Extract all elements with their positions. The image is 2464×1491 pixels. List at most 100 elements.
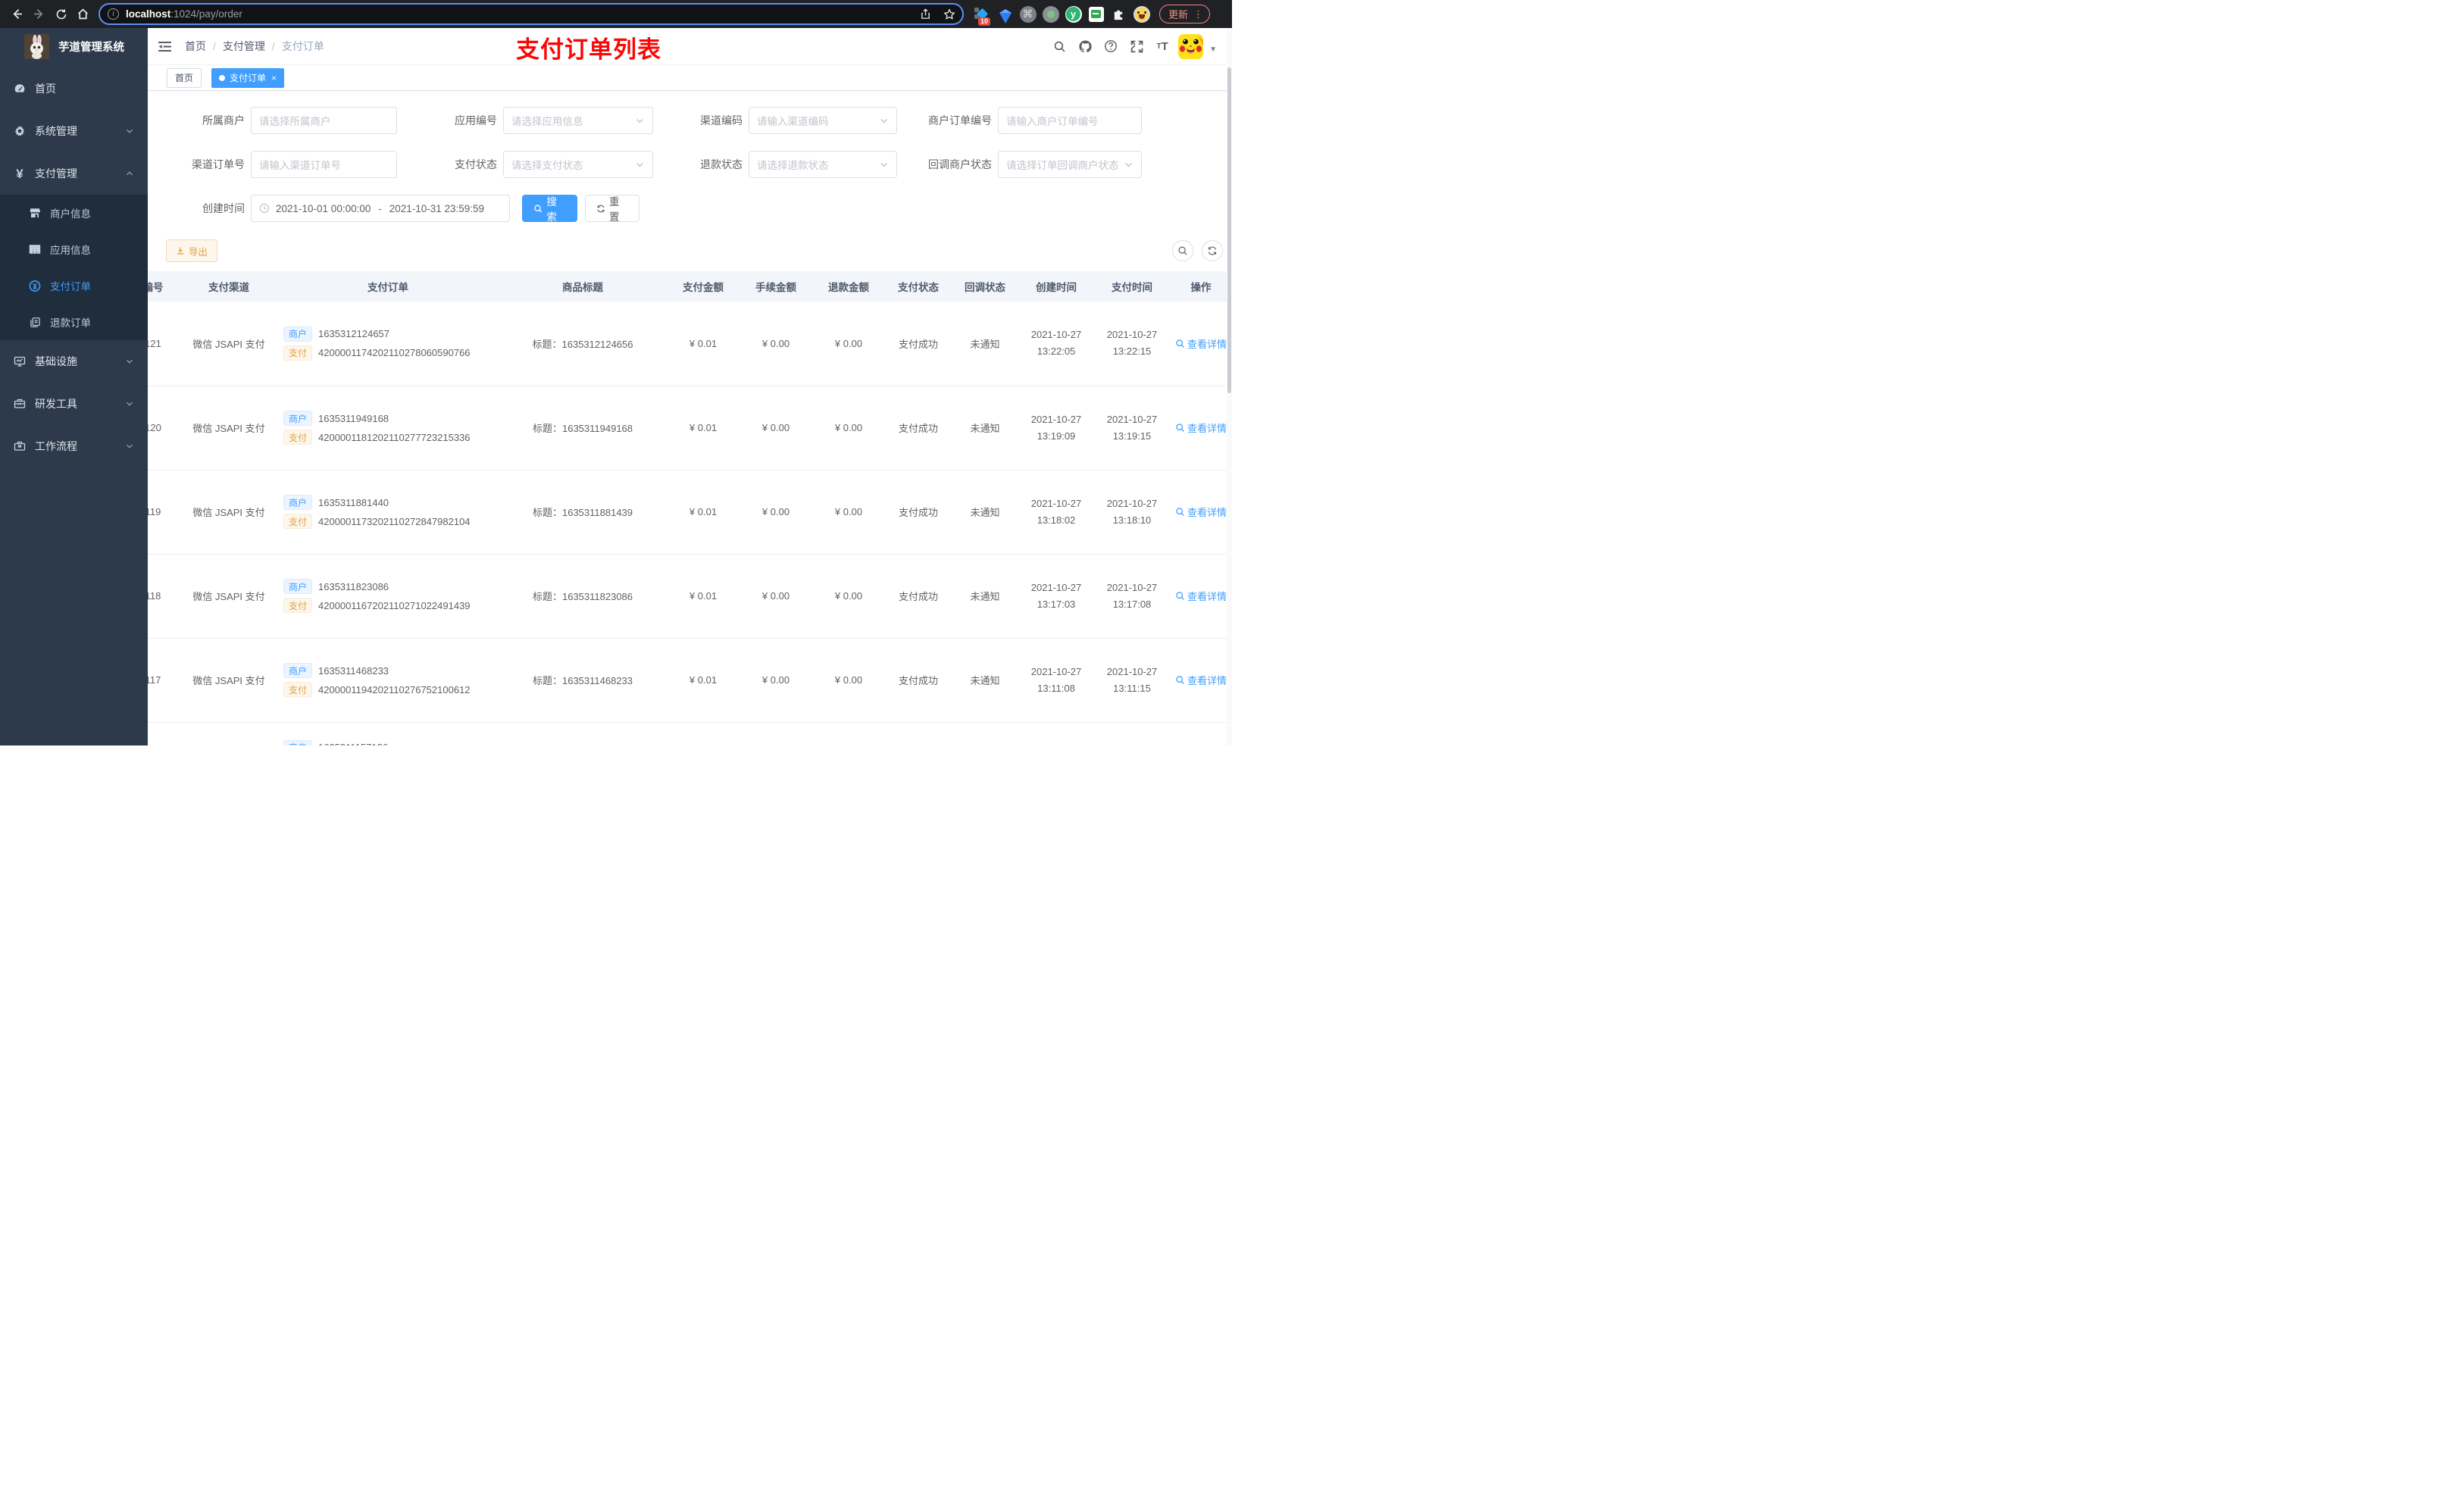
filter-select[interactable]: 请选择订单回调商户状态 [998, 151, 1142, 178]
create-time-range-picker[interactable]: 2021-10-01 00:00:00 - 2021-10-31 23:59:5… [251, 195, 510, 222]
sidebar-item-merchant-info[interactable]: 商户信息 [0, 195, 148, 231]
extensions-row: 10 ⌘ y [974, 5, 1150, 26]
sidebar-item-workflow[interactable]: 工作流程 [0, 425, 148, 467]
filter-input[interactable]: 请选择所属商户 [251, 107, 397, 134]
cell-partial-5 [740, 722, 812, 746]
export-button[interactable]: 导出 [166, 239, 218, 262]
sidebar-item-app-info[interactable]: 应用信息 [0, 231, 148, 267]
github-icon[interactable] [1072, 28, 1098, 64]
sidebar-item-system[interactable]: 系统管理 [0, 110, 148, 152]
extension-chat-icon[interactable] [1087, 5, 1105, 23]
breadcrumb-pay-manage[interactable]: 支付管理 [223, 39, 265, 54]
merchant-order-no: 1635311881440 [318, 496, 389, 508]
merchant-order-tag: 商户 [283, 663, 313, 678]
filter-select[interactable]: 请选择退款状态 [749, 151, 897, 178]
filter-item-1-1: 支付状态 请选择支付状态 [422, 151, 653, 178]
scrollbar-thumb[interactable] [1227, 67, 1231, 393]
cell-refund: ¥ 0.00 [812, 470, 885, 555]
sidebar-menu: 首页 系统管理 ¥ 支付管理 商户信息 应用信息支付订单退款订单 基础设施 研发工具 工作流程 [0, 67, 148, 467]
cell-pay-status: 支付成功 [885, 386, 952, 470]
cell-pay-order: 商户 1635312124657 支付 42000011742021102780605… [277, 302, 499, 386]
view-detail-link[interactable]: 查看详情 [1175, 420, 1227, 435]
font-size-icon[interactable]: TT [1149, 28, 1175, 64]
orders-table: 编号 支付渠道 支付订单 商品标题 支付金额 手续金额 退款金额 支付状态 回调状态 创建时间 支付… [148, 271, 1232, 746]
browser-menu-icon[interactable]: ⋮ [1193, 8, 1203, 20]
user-avatar[interactable] [1178, 33, 1204, 59]
extension-emoji-icon[interactable] [1133, 5, 1150, 23]
filter-label: 商户订单编号 [928, 114, 992, 127]
breadcrumb-home[interactable]: 首页 [185, 39, 206, 54]
sidebar-item-pay-order[interactable]: 支付订单 [0, 267, 148, 304]
sidebar-item-home[interactable]: 首页 [0, 67, 148, 110]
forward-icon[interactable] [28, 3, 50, 25]
share-icon[interactable] [915, 3, 937, 25]
merchant-order-tag: 商户 [283, 739, 313, 746]
extension-gem-icon[interactable] [996, 5, 1014, 23]
site-info-icon[interactable]: i [108, 8, 119, 20]
bookmark-star-icon[interactable] [938, 3, 960, 25]
search-button[interactable]: 搜索 [522, 195, 577, 223]
page-scrollbar[interactable] [1227, 28, 1232, 746]
toolbox-icon [14, 398, 26, 410]
cell-notify-status: 未通知 [952, 386, 1018, 470]
address-bar[interactable]: i localhost:1024/pay/order [98, 3, 964, 25]
extensions-puzzle-icon[interactable] [1110, 5, 1127, 23]
filter-label: 所属商户 [202, 114, 245, 127]
fullscreen-icon[interactable] [1124, 28, 1149, 64]
help-icon[interactable] [1098, 28, 1124, 64]
app-logo[interactable]: 芋道管理系统 [0, 28, 148, 64]
sidebar-collapse-icon[interactable] [158, 41, 171, 52]
view-detail-link[interactable]: 查看详情 [1175, 505, 1227, 519]
close-tab-icon[interactable]: × [271, 73, 277, 83]
search-icon[interactable] [1046, 28, 1072, 64]
extension-y-icon[interactable]: y [1065, 5, 1082, 23]
cell-partial-7 [885, 722, 952, 746]
tab-home[interactable]: 首页 [167, 67, 202, 88]
cell-channel: 微信 JSAPI 支付 [180, 554, 277, 639]
column-header-3: 商品标题 [499, 271, 667, 302]
reset-button[interactable]: 重置 [585, 195, 639, 223]
toggle-search-button[interactable] [1172, 240, 1193, 261]
url-text: localhost:1024/pay/order [126, 8, 242, 20]
view-detail-link[interactable]: 查看详情 [1175, 336, 1227, 351]
merchant-order-no: 1635311823086 [318, 580, 389, 592]
cell-pay-time: 2021-10-27 13:18:10 [1094, 470, 1170, 555]
cell-partial-1 [180, 722, 277, 746]
sidebar-item-refund-order[interactable]: 退款订单 [0, 304, 148, 340]
view-detail-link[interactable]: 查看详情 [1175, 673, 1227, 687]
pay-order-no: 4200001173202110272847982104 [318, 515, 471, 527]
cell-pay-order: 商户 1635311823086 支付 42000011672021102710224… [277, 554, 499, 639]
view-detail-link[interactable]: 查看详情 [1175, 589, 1227, 603]
reload-icon[interactable] [50, 3, 72, 25]
sidebar-item-devtools[interactable]: 研发工具 [0, 383, 148, 425]
sidebar-item-infra[interactable]: 基础设施 [0, 340, 148, 383]
extension-diamond-icon[interactable]: 10 [974, 5, 991, 26]
merchant-order-tag: 商户 [283, 579, 313, 594]
briefcase-icon [14, 440, 26, 452]
browser-update-button[interactable]: 更新 ⋮ [1159, 5, 1211, 23]
sidebar-item-payment[interactable]: ¥ 支付管理 [0, 152, 148, 195]
cell-pay-status: 支付成功 [885, 554, 952, 639]
cell-id: 118 [148, 554, 180, 639]
tab-pay-order[interactable]: 支付订单 × [211, 67, 285, 88]
filter-item-0-1: 应用编号 请选择应用信息 [422, 107, 653, 134]
gear-icon [14, 125, 26, 137]
refresh-button[interactable] [1202, 240, 1223, 261]
filter-item-1-3: 回调商户状态 请选择订单回调商户状态 [918, 151, 1142, 178]
cell-partial-11 [1170, 722, 1232, 746]
cell-pay-time: 2021-10-27 13:22:15 [1094, 302, 1170, 386]
sidebar-item-label: 支付订单 [50, 281, 91, 292]
home-icon[interactable] [72, 3, 94, 25]
back-icon[interactable] [6, 3, 28, 25]
filter-select[interactable]: 请选择应用信息 [503, 107, 653, 134]
filter-input[interactable]: 请输入商户订单编号 [998, 107, 1142, 134]
filter-select[interactable]: 请选择支付状态 [503, 151, 653, 178]
avatar-caret-icon[interactable]: ▼ [1209, 45, 1217, 54]
extension-command-icon[interactable]: ⌘ [1019, 5, 1037, 23]
cell-fee: ¥ 0.00 [740, 638, 812, 723]
cell-create-time: 2021-10-27 13:17:03 [1018, 554, 1094, 639]
clock-icon [259, 203, 270, 214]
filter-input[interactable]: 请输入渠道订单号 [251, 151, 397, 178]
extension-record-icon[interactable] [1042, 5, 1059, 23]
filter-select[interactable]: 请输入渠道编码 [749, 107, 897, 134]
